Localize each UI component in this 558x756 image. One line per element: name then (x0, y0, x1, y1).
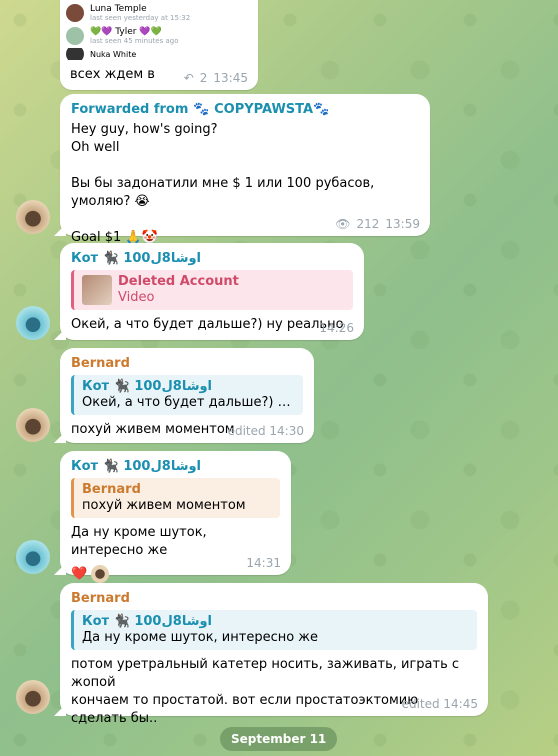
reply-preview[interactable]: Bernard похуй живем моментом (71, 478, 280, 518)
message-bubble[interactable]: Bernard Кот 🐈‍⬛ اوشا8ل100 Да ну кроме шу… (54, 583, 488, 726)
bubble-tail (54, 704, 66, 716)
avatar (66, 48, 84, 60)
avatar-kot[interactable] (16, 306, 50, 340)
avatar-bernard[interactable] (16, 408, 50, 442)
message-bubble[interactable]: Bernard Кот 🐈‍⬛ اوشا8ل100 Окей, а что бу… (54, 348, 314, 443)
message-time: 14:26 (319, 321, 354, 335)
avatar-bernard[interactable] (16, 200, 50, 234)
message-bubble[interactable]: Кот 🐈‍⬛ اوشا8ل100 Deleted Account Video … (54, 243, 364, 340)
avatar (66, 4, 84, 22)
message-meta: 👁 212 13:59 (335, 217, 420, 231)
message-meta: 14:26 (319, 321, 354, 335)
user-name: Luna Temple (90, 3, 147, 14)
message-meta: edited 14:45 (402, 697, 478, 711)
user-row[interactable]: 💚💜 Tyler 💜💚 last seen 45 minutes ago (66, 24, 252, 48)
reply-sender: Deleted Account (118, 274, 239, 289)
user-row[interactable]: Nuka White (66, 48, 252, 60)
eye-icon: 👁 (335, 217, 351, 231)
message-text: потом уретральный катетер носить, зажива… (71, 657, 460, 726)
bubble-tail (54, 563, 66, 575)
reply-text: похуй живем моментом (82, 498, 246, 513)
message-meta: edited 14:30 (228, 424, 304, 438)
message-text: Да ну кроме шуток, интересно же (71, 525, 211, 558)
message-bubble-top[interactable]: Luna Temple last seen yesterday at 15:32… (60, 0, 258, 90)
reply-preview[interactable]: Кот 🐈‍⬛ اوشا8ل100 Окей, а что будет даль… (71, 375, 303, 415)
reply-sender: Кот 🐈‍⬛ اوشا8ل100 (82, 379, 213, 394)
message-bubble[interactable]: Forwarded from 🐾 COPYPAWSTA🐾 Hey guy, ho… (54, 94, 430, 245)
message-meta: 14:31 (246, 556, 281, 570)
user-name: Nuka White (90, 49, 137, 59)
forwarded-header[interactable]: Forwarded from 🐾 COPYPAWSTA🐾 (71, 102, 419, 117)
message-bubble[interactable]: Кот 🐈‍⬛ اوشا8ل100 Bernard похуй живем мо… (54, 451, 291, 583)
sender-name[interactable]: Bernard (71, 356, 303, 371)
reply-preview[interactable]: Deleted Account Video (71, 270, 353, 310)
sender-name[interactable]: Кот 🐈‍⬛ اوشا8ل100 (71, 251, 353, 266)
reply-preview[interactable]: Кот 🐈‍⬛ اوشا8ل100 Да ну кроме шуток, инт… (71, 610, 477, 650)
reply-text: Video (118, 290, 155, 305)
view-count: 212 (356, 217, 380, 231)
bubble-tail (54, 328, 66, 340)
message-text: Окей, а что будет дальше?) ну реально (71, 317, 344, 332)
user-name: 💚💜 Tyler 💜💚 (90, 26, 162, 37)
heart-reaction-icon: ❤️ (71, 566, 88, 582)
user-list-preview[interactable]: Luna Temple last seen yesterday at 15:32… (66, 2, 252, 60)
date-separator: September 11 (220, 727, 338, 751)
reply-count: 2 (199, 71, 208, 85)
reactor-avatar (91, 565, 110, 583)
bubble-tail (54, 224, 66, 236)
user-row[interactable]: Luna Temple last seen yesterday at 15:32 (66, 2, 252, 24)
video-thumbnail (82, 275, 112, 305)
forwarded-source[interactable]: 🐾 COPYPAWSTA🐾 (193, 102, 329, 117)
message-time: 14:31 (246, 556, 281, 570)
message-text: всех ждем в (70, 67, 155, 82)
avatar-bernard[interactable] (16, 680, 50, 714)
reply-sender: Кот 🐈‍⬛ اوشا8ل100 (82, 614, 213, 629)
message-time: 13:45 (213, 71, 248, 85)
sender-name[interactable]: Bernard (71, 591, 477, 606)
avatar (66, 27, 84, 45)
user-last-seen: last seen 45 minutes ago (90, 36, 179, 45)
message-meta: ↶ 2 13:45 (184, 71, 248, 85)
user-last-seen: last seen yesterday at 15:32 (90, 13, 191, 22)
avatar-kot[interactable] (16, 540, 50, 574)
sender-name[interactable]: Кот 🐈‍⬛ اوشا8ل100 (71, 459, 280, 474)
forwarded-label: Forwarded from (71, 102, 189, 117)
message-time: edited 14:30 (227, 424, 304, 438)
message-time: edited 14:45 (401, 697, 478, 711)
reply-sender: Bernard (82, 482, 141, 497)
reply-text: Да ну кроме шуток, интересно же (82, 630, 319, 645)
reply-text: Окей, а что будет дальше?) ну ре... (82, 395, 295, 410)
bubble-tail (54, 431, 66, 443)
reply-arrow-icon[interactable]: ↶ (184, 71, 194, 85)
message-time: 13:59 (385, 217, 420, 231)
